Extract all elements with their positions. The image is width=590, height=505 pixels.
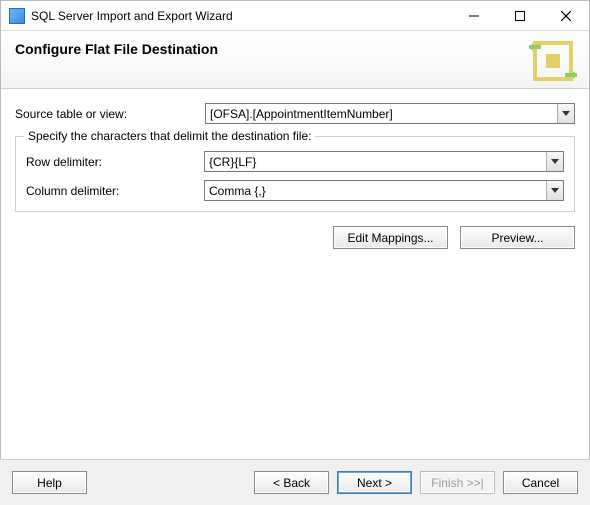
wizard-footer: Help < Back Next > Finish >>| Cancel: [0, 459, 590, 505]
window-controls: [451, 1, 589, 31]
cancel-label: Cancel: [522, 476, 559, 490]
column-delimiter-combo[interactable]: Comma {,}: [204, 180, 564, 201]
help-button[interactable]: Help: [12, 471, 87, 494]
finish-label: Finish >>|: [431, 476, 483, 490]
preview-label: Preview...: [491, 231, 543, 245]
row-delimiter-row: Row delimiter: {CR}{LF}: [26, 151, 564, 172]
help-label: Help: [37, 476, 62, 490]
window-title: SQL Server Import and Export Wizard: [31, 9, 233, 23]
source-combo[interactable]: [OFSA].[AppointmentItemNumber]: [205, 103, 575, 124]
groupbox-legend: Specify the characters that delimit the …: [24, 129, 315, 143]
next-label: Next >: [357, 476, 392, 490]
wizard-header: Configure Flat File Destination: [1, 31, 589, 89]
delimiter-groupbox: Specify the characters that delimit the …: [15, 136, 575, 212]
minimize-button[interactable]: [451, 1, 497, 30]
maximize-button[interactable]: [497, 1, 543, 30]
next-button[interactable]: Next >: [337, 471, 412, 494]
page-title: Configure Flat File Destination: [15, 41, 575, 57]
edit-mappings-label: Edit Mappings...: [347, 231, 433, 245]
preview-button[interactable]: Preview...: [460, 226, 575, 249]
footer-nav: < Back Next > Finish >>| Cancel: [254, 471, 578, 494]
cancel-button[interactable]: Cancel: [503, 471, 578, 494]
row-delimiter-label: Row delimiter:: [26, 155, 204, 169]
source-label: Source table or view:: [15, 107, 205, 121]
title-bar: SQL Server Import and Export Wizard: [1, 1, 589, 31]
source-row: Source table or view: [OFSA].[Appointmen…: [15, 103, 575, 124]
close-button[interactable]: [543, 1, 589, 30]
back-button[interactable]: < Back: [254, 471, 329, 494]
chevron-down-icon: [557, 104, 574, 123]
finish-button: Finish >>|: [420, 471, 495, 494]
row-delimiter-combo[interactable]: {CR}{LF}: [204, 151, 564, 172]
column-delimiter-label: Column delimiter:: [26, 184, 204, 198]
chevron-down-icon: [546, 181, 563, 200]
column-delimiter-row: Column delimiter: Comma {,}: [26, 180, 564, 201]
content-button-row: Edit Mappings... Preview...: [15, 226, 575, 249]
source-combo-value: [OFSA].[AppointmentItemNumber]: [206, 107, 557, 121]
wizard-header-icon: [529, 37, 577, 85]
wizard-content: Source table or view: [OFSA].[Appointmen…: [1, 89, 589, 249]
column-delimiter-value: Comma {,}: [205, 184, 546, 198]
chevron-down-icon: [546, 152, 563, 171]
edit-mappings-button[interactable]: Edit Mappings...: [333, 226, 448, 249]
app-icon: [9, 8, 25, 24]
row-delimiter-value: {CR}{LF}: [205, 155, 546, 169]
back-label: < Back: [273, 476, 310, 490]
